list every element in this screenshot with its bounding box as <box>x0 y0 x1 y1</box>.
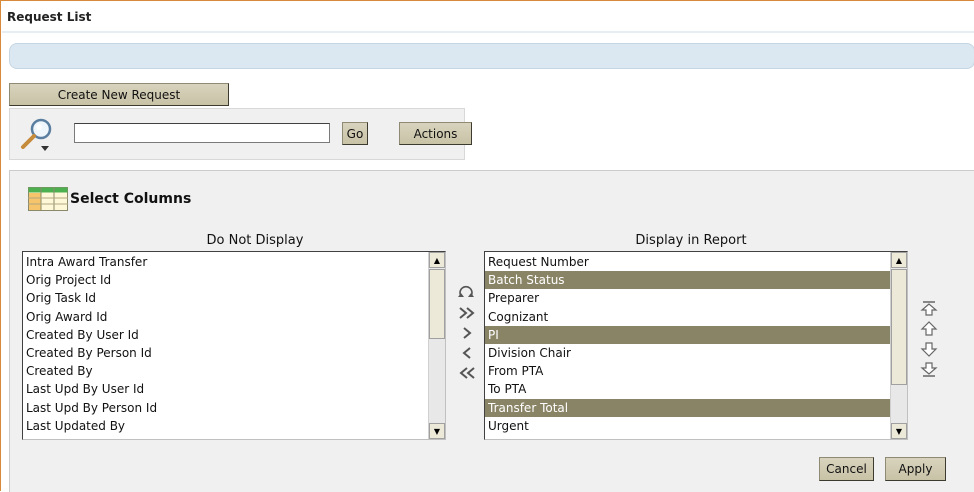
move-down-icon[interactable] <box>918 339 940 359</box>
title-divider <box>2 31 974 33</box>
table-columns-icon <box>28 187 68 211</box>
page-title: Request List <box>7 10 92 24</box>
list-item[interactable]: Last Upd By Person Id <box>23 399 428 417</box>
request-list-page: Request List Create New Request Go Actio… <box>0 0 974 492</box>
list-item[interactable]: Orig Task Id <box>23 289 428 307</box>
list-item[interactable]: Last Updated By <box>23 417 428 435</box>
display-in-report-list[interactable]: Request Number Batch Status Preparer Cogniz… <box>484 251 908 440</box>
list-item[interactable]: Request Number <box>485 253 890 271</box>
list-item[interactable]: Batch Status <box>485 271 890 290</box>
info-bar <box>9 43 974 69</box>
cancel-button[interactable]: Cancel <box>819 457 874 481</box>
list-item[interactable]: Urgent <box>485 417 890 435</box>
left-scrollbar[interactable]: ▲ ▼ <box>428 252 445 439</box>
display-in-report-items: Request Number Batch Status Preparer Cogniz… <box>485 253 890 435</box>
move-to-bottom-icon[interactable] <box>918 359 940 379</box>
do-not-display-list[interactable]: Intra Award Transfer Orig Project Id Orig … <box>22 251 446 440</box>
right-scrollbar[interactable]: ▲ ▼ <box>890 252 907 439</box>
move-up-icon[interactable] <box>918 319 940 339</box>
do-not-display-items: Intra Award Transfer Orig Project Id Orig … <box>23 253 428 435</box>
list-item[interactable]: Transfer Total <box>485 398 890 417</box>
create-new-request-button[interactable]: Create New Request <box>9 83 229 106</box>
list-item[interactable]: Division Chair <box>485 344 890 362</box>
go-button[interactable]: Go <box>342 122 368 145</box>
list-item[interactable]: PI <box>485 325 890 344</box>
list-item[interactable]: Intra Award Transfer <box>23 253 428 271</box>
list-item[interactable]: Preparer <box>485 289 890 307</box>
list-item[interactable]: Last Upd By User Id <box>23 380 428 398</box>
move-left-icon[interactable] <box>456 343 478 363</box>
list-item[interactable]: Created By <box>23 362 428 380</box>
list-item[interactable]: Orig Award Id <box>23 308 428 326</box>
move-to-top-icon[interactable] <box>918 299 940 319</box>
list-item[interactable]: Created By Person Id <box>23 344 428 362</box>
move-right-icon[interactable] <box>456 323 478 343</box>
select-columns-title: Select Columns <box>70 191 192 207</box>
list-item[interactable]: From PTA <box>485 362 890 380</box>
search-icon[interactable] <box>19 116 59 154</box>
order-controls <box>918 299 942 379</box>
search-input[interactable] <box>74 123 330 143</box>
scroll-up-arrow-icon[interactable]: ▲ <box>891 252 907 268</box>
list-item[interactable]: Created By User Id <box>23 326 428 344</box>
list-item[interactable]: Orig Project Id <box>23 271 428 289</box>
list-item[interactable]: Cognizant <box>485 308 890 326</box>
scroll-thumb[interactable] <box>429 269 445 339</box>
scroll-down-arrow-icon[interactable]: ▼ <box>891 423 907 439</box>
display-in-report-header: Display in Report <box>635 233 747 248</box>
scroll-thumb[interactable] <box>891 269 907 385</box>
actions-button[interactable]: Actions <box>399 122 472 145</box>
move-all-left-icon[interactable] <box>456 363 478 383</box>
list-item[interactable]: To PTA <box>485 380 890 398</box>
do-not-display-header: Do Not Display <box>206 233 304 248</box>
apply-button[interactable]: Apply <box>885 457 946 481</box>
move-controls <box>456 283 482 383</box>
move-all-right-icon[interactable] <box>456 303 478 323</box>
scroll-down-arrow-icon[interactable]: ▼ <box>429 423 445 439</box>
move-all-swap-icon[interactable] <box>456 283 478 303</box>
scroll-up-arrow-icon[interactable]: ▲ <box>429 252 445 268</box>
